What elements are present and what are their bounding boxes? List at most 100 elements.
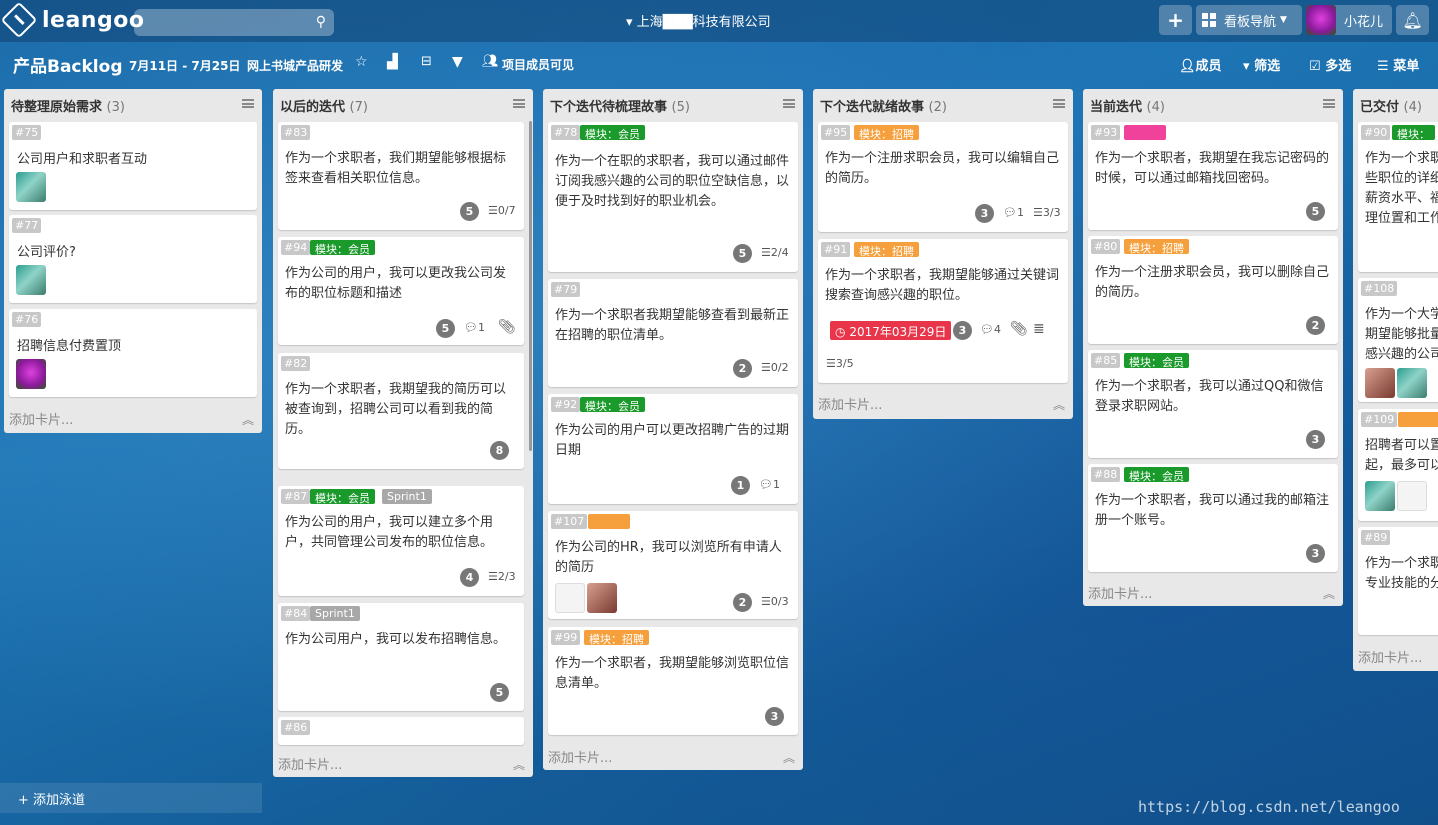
card[interactable]: #93 作为一个求职者，我期望在我忘记密码的时候，可以通过邮箱找回密码。 5 [1088,122,1338,230]
lane-menu-icon[interactable] [242,99,254,108]
lane-count: (4) [1403,100,1422,115]
story-points-badge: 3 [765,707,784,726]
checklist-icon: ☰ [1033,206,1043,219]
add-swimlane-button[interactable]: + 添加泳道 [0,783,262,813]
lane-next-iteration-ready: 下个迭代就绪故事 (2) #95 模块：招聘 作为一个注册求职会员，我可以编辑自… [813,89,1073,419]
card[interactable]: #77 公司评价? [9,215,257,303]
chart-icon[interactable]: ▟ [387,54,398,70]
story-points-badge: 3 [975,204,994,223]
lane-title[interactable]: 已交付 (4) [1353,89,1438,119]
card-text: 作为公司的用户，我可以建立多个用户，共同管理公司发布的职位信息。 [285,515,494,550]
collapse-lane-icon[interactable]: ︽ [242,411,254,428]
card-id: #83 [281,125,311,140]
card[interactable]: #75 公司用户和求职者互动 [9,122,257,210]
lane-menu-icon[interactable] [1053,99,1065,108]
card[interactable]: #95 模块：招聘 作为一个注册求职会员，我可以编辑自己的简历。 3 💬︎1 ☰… [818,122,1068,232]
bell-icon[interactable]: 🔔︎ [1396,5,1429,35]
card[interactable]: #89 作为一个求职 专业技能的分 [1358,527,1438,635]
card[interactable]: #76 招聘信息付费置顶 [9,309,257,397]
lane-menu-icon[interactable] [783,99,795,108]
lane-title[interactable]: 以后的迭代 (7) [273,89,533,119]
card[interactable]: #82 作为一个求职者，我期望我的简历可以被查询到，招聘公司可以看到我的简历。 … [278,353,524,469]
company-switcher[interactable]: ▾ 上海███科技有限公司 [626,11,771,30]
project-name[interactable]: 网上书城产品研发 [247,57,343,74]
add-card-link[interactable]: 添加卡片... [1088,583,1152,602]
story-points-badge: 5 [733,244,752,263]
multi-select-button[interactable]: ☑ 多选 [1309,55,1351,74]
card-text-line: 薪资水平、福 [1365,191,1438,206]
card[interactable]: #94 模块：会员 作为公司的用户，我可以更改我公司发布的职位标题和描述 5 💬… [278,237,524,345]
card[interactable]: #87 模块：会员 Sprint1 作为公司的用户，我可以建立多个用户，共同管理… [278,486,524,596]
card[interactable]: #78 模块：会员 作为一个在职的求职者，我可以通过邮件订阅我感兴趣的公司的职位… [548,122,798,272]
module-label: 模块：会员 [1124,353,1189,369]
add-icon[interactable]: + [1159,5,1192,35]
lane-title[interactable]: 下个迭代就绪故事 (2) [813,89,1073,119]
card-text: 作为一个求职者，我期望能够通过关键词搜索查询感兴趣的职位。 [825,268,1060,303]
add-card-link[interactable]: 添加卡片... [9,409,73,428]
add-card-link[interactable]: 添加卡片... [1358,647,1422,666]
lane-menu-icon[interactable] [1323,99,1335,108]
comment-count: 💬︎1 [759,478,780,491]
user-menu[interactable]: 小花儿 [1306,5,1392,35]
card-text: 作为公司的用户可以更改招聘广告的过期日期 [555,423,790,458]
collapse-lane-icon[interactable]: ︽ [1053,396,1065,413]
card[interactable]: #109 招聘者可以置 起，最多可以 [1358,409,1438,521]
card-id: #93 [1091,125,1121,140]
board-nav-button[interactable]: 看板导航 ▼ [1196,5,1302,35]
lane-clip: 已交付 (4) #90 模块： 作为一个求职 些职位的详细 薪资水平、福 理位置和工作… [1353,89,1438,671]
card[interactable]: #99 模块：招聘 作为一个求职者，我期望能够浏览职位信息清单。 3 [548,627,798,735]
search-icon[interactable]: ⚲ [316,14,326,30]
card-text: 作为一个求职者，我期望在我忘记密码的时候，可以通过邮箱找回密码。 [1095,151,1330,186]
card-text-line: 作为一个求职 [1365,556,1438,571]
star-icon[interactable]: ☆ [355,54,368,70]
visibility-setting[interactable]: 项目成员可见 [502,56,574,73]
card[interactable]: #91 模块：招聘 作为一个求职者，我期望能够通过关键词搜索查询感兴趣的职位。 … [818,239,1068,383]
comment-icon: 💬︎ [1003,206,1017,219]
add-card-link[interactable]: 添加卡片... [548,747,612,766]
card[interactable]: #90 模块： 作为一个求职 些职位的详细 薪资水平、福 理位置和工作 [1358,122,1438,272]
lane-title[interactable]: 待整理原始需求 (3) [4,89,262,119]
story-points-badge: 2 [1306,316,1325,335]
add-card-link[interactable]: 添加卡片... [818,394,882,413]
card[interactable]: #84 Sprint1 作为公司用户，我可以发布招聘信息。 5 [278,603,524,711]
module-label: 模块：会员 [580,125,645,141]
card[interactable]: #85 模块：会员 作为一个求职者，我可以通过QQ和微信登录求职网站。 3 [1088,350,1338,458]
top-bar: leangoo ⚲ ▾ 上海███科技有限公司 + 看板导航 ▼ 小花儿 🔔︎ [0,0,1438,42]
lane-title[interactable]: 下个迭代待梳理故事 (5) [543,89,803,119]
story-points-badge: 5 [1306,202,1325,221]
attachment-icon: 📎︎ [498,319,516,335]
collapse-lane-icon[interactable]: ︽ [513,756,525,773]
card[interactable]: #79 作为一个求职者我期望能够查看到最新正在招聘的职位清单。 2 ☰0/2 [548,279,798,387]
card[interactable]: #86 [278,717,524,745]
card[interactable]: #107 作为公司的HR，我可以浏览所有申请人的简历 2 ☰0/3 [548,511,798,619]
card[interactable]: #108 作为一个大学 期望能够批量 感兴趣的公司 [1358,278,1438,402]
collapse-lane-icon[interactable]: ︽ [1323,585,1335,602]
module-label: 模块：会员 [1124,467,1189,483]
lane-future-iterations: 以后的迭代 (7) #83 作为一个求职者，我们期望能够根据标签来查看相关职位信… [273,89,533,777]
sprint-dates[interactable]: 7月11日 - 7月25日 [129,57,240,74]
card[interactable]: #83 作为一个求职者，我们期望能够根据标签来查看相关职位信息。 5 ☰0/7 [278,122,524,230]
board-title[interactable]: 产品Backlog [13,52,123,77]
filter-button[interactable]: ▾ 筛选 [1243,55,1280,74]
watermark: https://blog.csdn.net/leangoo [1138,798,1400,816]
lane-menu-icon[interactable] [513,99,525,108]
card[interactable]: #80 模块：招聘 作为一个注册求职会员，我可以删除自己的简历。 2 [1088,236,1338,344]
description-icon: ≣ [1033,321,1045,337]
avatar [16,172,46,202]
filter-icon[interactable]: ▼ [452,54,463,70]
menu-button[interactable]: ☰ 菜单 [1377,55,1419,74]
checklist-count: ☰0/2 [761,361,789,374]
add-card-link[interactable]: 添加卡片... [278,754,342,773]
board-header: 产品Backlog 7月11日 - 7月25日 网上书城产品研发 ☆ ▟ ⊟ ▼… [0,42,1438,84]
search-input[interactable]: ⚲ [134,9,334,36]
collapse-lane-icon[interactable]: ︽ [783,749,795,766]
lane-title[interactable]: 当前迭代 (4) [1083,89,1343,119]
members-button[interactable]: 👤︎成员 [1179,55,1222,74]
story-points-badge: 3 [1306,544,1325,563]
logo[interactable]: leangoo [0,1,144,39]
card[interactable]: #88 模块：会员 作为一个求职者，我可以通过我的邮箱注册一个账号。 3 [1088,464,1338,572]
collapse-icon[interactable]: ⊟ [421,54,432,69]
scrollbar[interactable] [529,121,532,451]
module-label: 模块：招聘 [854,125,919,141]
card[interactable]: #92 模块：会员 作为公司的用户可以更改招聘广告的过期日期 1 💬︎1 [548,394,798,504]
